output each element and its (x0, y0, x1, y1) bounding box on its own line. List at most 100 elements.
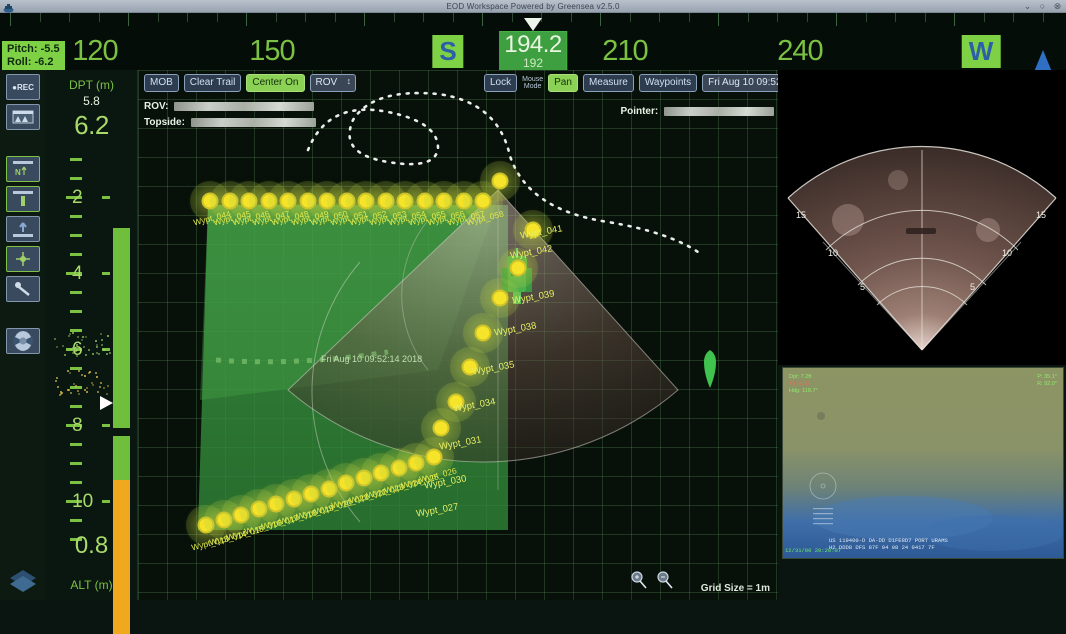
record-button[interactable]: ●REC (6, 74, 40, 100)
pan-button[interactable]: Pan (548, 74, 578, 92)
video-overlay-pitch: P: 35.1° (1037, 374, 1057, 381)
mouse-mode-label: Mouse Mode (522, 76, 543, 90)
depth-marker-icon (100, 396, 113, 410)
heading-sub-value: 192 (504, 57, 562, 69)
measure-button[interactable]: Measure (583, 74, 634, 92)
compass-tick (99, 13, 100, 22)
waypoint-marker[interactable] (475, 325, 492, 342)
sonar-range-label: 15 (1036, 210, 1046, 220)
depth-primary-value: 6.2 (46, 110, 137, 141)
sonar-range-label: 15 (796, 210, 806, 220)
center-target-select[interactable]: ROV (310, 74, 357, 92)
compass-tick (364, 13, 365, 26)
depth-tick-major (102, 424, 110, 427)
waypoints-button[interactable]: Waypoints (639, 74, 697, 92)
pointer-readout: Pointer: (620, 106, 774, 117)
depth-tick (70, 519, 82, 522)
compass-tick (453, 13, 454, 22)
rov-readout-label: ROV: (144, 101, 168, 112)
compass-tick (836, 13, 837, 26)
zoom-out-icon[interactable] (656, 571, 674, 594)
window-titlebar: EOD Workspace Powered by Greensea v2.5.0… (0, 0, 1066, 13)
app-icon (3, 1, 14, 12)
depth-scale-label: 10 (72, 491, 93, 513)
compass-tick (630, 13, 631, 22)
topside-readout-value (191, 118, 316, 127)
profile-view-button[interactable]: N (6, 156, 40, 182)
video-overlay-line1: US 119400-D DA-DD D1FE8D7 PORT URAMS (829, 537, 948, 544)
layers-icon[interactable] (8, 568, 38, 594)
thruster-icon (11, 330, 35, 352)
depth-tick (70, 405, 82, 408)
map-toolbar-left[interactable]: MOB Clear Trail Center On ROV (144, 74, 356, 92)
waypoint-marker[interactable] (510, 260, 527, 277)
record-button-label: ●REC (12, 83, 34, 92)
compass-tick (217, 13, 218, 22)
video-overlay-roll: R: 92.0° (1037, 381, 1057, 388)
depth-scale: 246810 (46, 148, 138, 558)
map-toolbar-right[interactable]: Lock Mouse Mode Pan Measure Waypoints Fr… (484, 74, 778, 92)
lock-button[interactable]: Lock (484, 74, 517, 92)
profile-icon: N (12, 160, 34, 178)
depth-view-button[interactable] (6, 186, 40, 212)
ruler-icon (12, 280, 34, 298)
camera-button[interactable] (6, 104, 40, 130)
window-title: EOD Workspace Powered by Greensea v2.5.0 (446, 2, 619, 11)
heading-compass-strip[interactable]: 120150S210240W 194.2 192 Pitch: -5.5 Rol… (0, 13, 1066, 70)
compass-tick (1013, 13, 1014, 22)
compass-tick (246, 13, 247, 26)
secondary-vehicle-icon (704, 350, 716, 388)
compass-tick (10, 13, 11, 26)
tool-sidebar[interactable]: ●REC N (0, 70, 46, 600)
video-overlay-line2: H2 DDD8 DFS 87F 04 08 24 0417 7F (829, 544, 935, 551)
compass-tick (954, 13, 955, 26)
depth-tick-major (102, 272, 110, 275)
depth-tick (70, 462, 82, 465)
compass-tick (748, 13, 749, 22)
maximize-icon[interactable]: ○ (1037, 1, 1048, 12)
depth-bar-icon (12, 190, 34, 208)
compass-tick (1043, 13, 1044, 22)
camera-video-feed[interactable]: Dpt: 7.2ft Alt: 0.05 Hdg: 118.7° P: 35.1… (782, 367, 1064, 559)
minimize-icon[interactable]: ⌄ (1022, 1, 1033, 12)
crosshair-move-icon (12, 250, 34, 268)
pitch-value: Pitch: -5.5 (7, 43, 60, 56)
thruster-control-button[interactable] (6, 328, 40, 354)
depth-tick-major (66, 500, 74, 503)
compass-tick (128, 13, 129, 26)
altitude-title: ALT (m) (46, 578, 137, 592)
compass-label-150: 150 (249, 35, 294, 68)
zoom-in-icon[interactable] (630, 571, 648, 594)
timestamp-select[interactable]: Fri Aug 10 09:52:14 20 (702, 74, 778, 92)
mouse-mode-line2: Mode (522, 83, 543, 90)
close-icon[interactable]: ⊗ (1052, 1, 1063, 12)
depth-tick (70, 158, 82, 161)
waypoint-marker[interactable] (492, 173, 509, 190)
rov-readout: ROV: (144, 101, 314, 112)
sonar-return-dots (54, 332, 114, 358)
navigation-map[interactable]: Wypt_044Wypt_045Wypt_046Wypt_047Wypt_048… (138, 70, 778, 600)
clear-trail-button[interactable]: Clear Trail (184, 74, 242, 92)
forward-looking-sonar[interactable]: 1510515105 (778, 70, 1066, 365)
compass-tick (187, 13, 188, 22)
depth-bar-mid (113, 436, 130, 480)
compass-tick (925, 13, 926, 22)
compass-tick (718, 13, 719, 26)
depth-tick (70, 253, 82, 256)
sonar-range-label: 10 (828, 248, 838, 258)
center-view-button[interactable] (6, 246, 40, 272)
waypoint-marker[interactable] (433, 420, 450, 437)
waypoint-marker[interactable] (492, 290, 509, 307)
mob-button[interactable]: MOB (144, 74, 179, 92)
altitude-view-button[interactable] (6, 216, 40, 242)
compass-tick (807, 13, 808, 22)
pointer-readout-value (664, 107, 774, 116)
center-on-button[interactable]: Center On (246, 74, 304, 92)
north-indicator-icon (1034, 50, 1052, 72)
compass-tick (394, 13, 395, 22)
depth-tick (70, 443, 82, 446)
compass-label-s: S (432, 35, 463, 68)
measure-tool-button[interactable] (6, 276, 40, 302)
sonar-range-label: 10 (1002, 248, 1012, 258)
depth-tick-major (102, 196, 110, 199)
